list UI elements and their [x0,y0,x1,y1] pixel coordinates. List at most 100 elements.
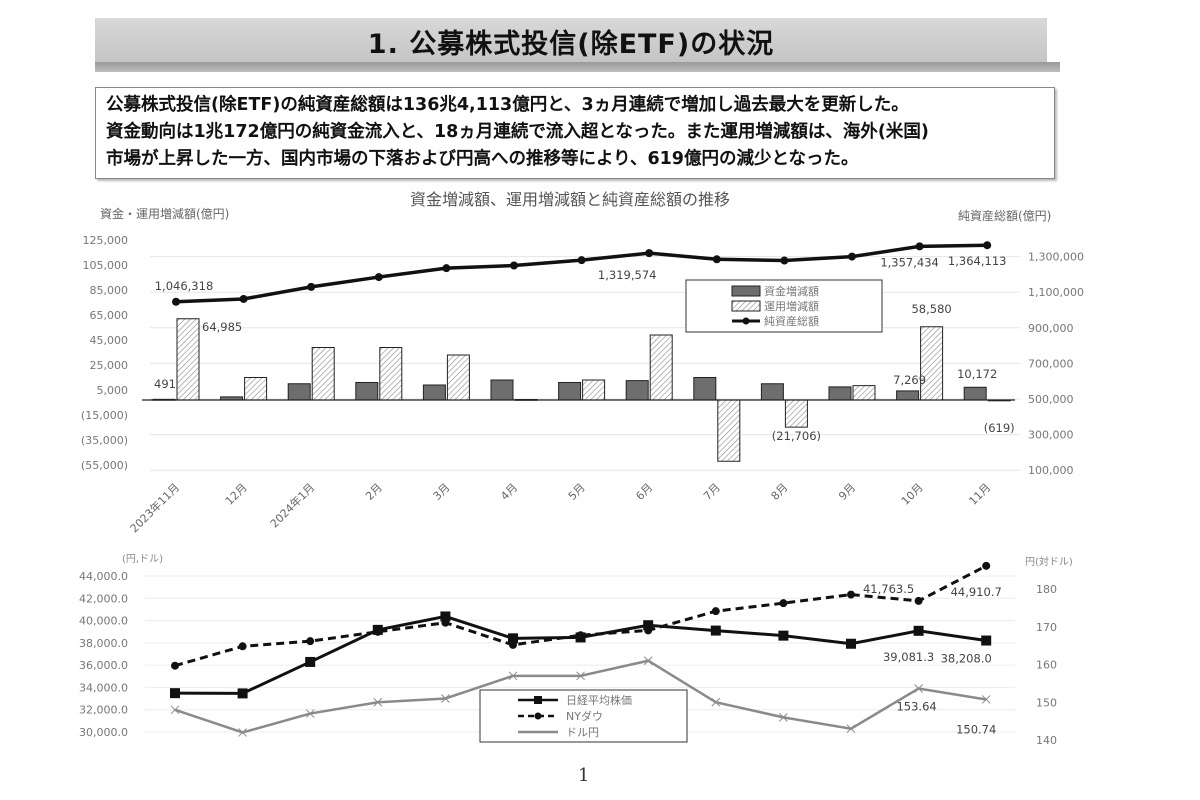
nikkei-point [237,688,248,699]
data-label: (619) [984,421,1015,435]
nikkei-point [508,633,518,644]
ny-dow-point [711,607,720,616]
ny-dow-point [238,642,247,651]
data-label: 491 [154,377,176,391]
net-assets-point [780,256,789,265]
bar-investment [244,377,268,401]
y2-tick-label: 700,000 [1028,357,1074,370]
data-label: 1,357,434 [880,255,939,269]
x-tick-label: 8月 [769,481,791,503]
data-label: 1,364,113 [948,254,1007,268]
y-tick-label: 34,000.0 [79,681,128,694]
data-label: 58,580 [911,302,951,316]
nikkei-point [981,635,992,646]
y-tick-label: 30,000.0 [79,726,128,739]
ny-dow-point [914,596,923,605]
legend-label: 日経平均株価 [566,693,632,707]
x-tick-label: 11月 [966,481,993,508]
bar-fund-flow [287,383,311,401]
y-tick-label: 85,000 [90,284,129,297]
bar-investment [920,326,944,401]
y-tick-label: 44,000.0 [79,570,128,583]
nikkei-point [846,638,856,649]
y-tick-label: 40,000.0 [79,615,128,628]
data-label: 44,910.7 [951,585,1002,599]
data-label: 38,208.0 [941,652,992,666]
x-tick-label: 10月 [899,481,926,508]
fund-flow-chart: 資金増減額、運用増減額と純資産総額の推移 資金・運用増減額(億円) 純資産総額(… [79,190,1084,747]
net-assets-point [172,297,180,306]
chart1-legend: 資金増減額 運用増減額 純資産総額 [685,279,883,333]
legend-marker [742,317,750,325]
x-tick-label: 3月 [431,481,453,503]
x-tick-label: 2024年1月 [267,480,317,530]
chart2-y2label: 円(対ドル) [1025,555,1073,568]
nikkei-point [643,620,654,631]
net-assets-point [915,242,924,251]
y-tick-label: 25,000 [90,359,129,372]
y2-tick-label: 1,300,000 [1028,251,1084,264]
bar-investment [446,354,470,401]
ny-dow-point [847,590,855,599]
x-tick-label: 2月 [363,481,385,503]
y-tick-label: 125,000 [83,234,129,247]
bar-fund-flow [760,383,784,401]
x-tick-label: 7月 [701,481,723,503]
data-label: 39,081.3 [883,650,934,664]
legend-label: 純資産総額 [764,314,819,328]
y2-tick-label: 100,000 [1028,464,1074,477]
y2-tick-label: 180 [1036,583,1057,596]
y-tick-label: 65,000 [90,309,129,322]
x-tick-label: 4月 [498,481,520,503]
bar-fund-flow [828,386,852,401]
x-tick-label: 9月 [836,481,858,503]
nikkei-point [170,688,180,699]
bar-investment [784,399,808,428]
legend-swatch-investment [731,300,761,312]
y-tick-label: (35,000) [81,434,128,447]
bar-investment [176,318,200,401]
y-tick-label: (55,000) [81,459,128,472]
y-tick-label: 45,000 [90,334,129,347]
net-assets-point [645,249,654,258]
y-tick-label: 38,000.0 [79,637,128,650]
nikkei-point [372,624,383,635]
nikkei-point [305,656,316,667]
net-assets-point [442,264,451,273]
nikkei-line [174,614,987,695]
legend-label: 運用増減額 [764,299,819,313]
y2-tick-label: 900,000 [1028,322,1074,335]
y-tick-label: 32,000.0 [79,704,128,717]
legend-marker [534,712,542,720]
net-assets-point [983,241,992,250]
bar-investment [649,334,673,401]
bar-fund-flow [693,377,717,401]
y-tick-label: 5,000 [97,384,129,397]
nikkei-point [440,611,451,622]
bar-investment [582,379,606,401]
chart2-legend: 日経平均株価 NYダウ ドル円 [479,689,688,743]
bar-investment [311,347,335,401]
ny-dow-point [982,561,991,570]
ny-dow-point [306,637,315,646]
y2-tick-label: 160 [1036,659,1057,672]
net-assets-point [374,273,383,282]
y2-tick-label: 1,100,000 [1028,286,1084,299]
bar-investment [852,385,876,401]
net-assets-point [577,256,586,265]
legend-swatch-fund-flow [731,285,761,297]
y2-tick-label: 170 [1036,621,1057,634]
net-assets-point [712,255,721,264]
bar-fund-flow [963,386,987,401]
data-label: 41,763.5 [863,582,914,596]
legend-label: NYダウ [566,709,603,723]
bar-fund-flow [355,382,379,401]
nikkei-point [710,625,721,636]
bar-fund-flow [896,390,920,401]
page-number: 1 [578,765,590,786]
y-tick-label: 36,000.0 [79,659,128,672]
x-tick-label: 5月 [566,481,588,503]
net-assets-point [848,252,856,261]
nikkei-point [913,625,924,636]
data-label: 64,985 [202,320,242,334]
